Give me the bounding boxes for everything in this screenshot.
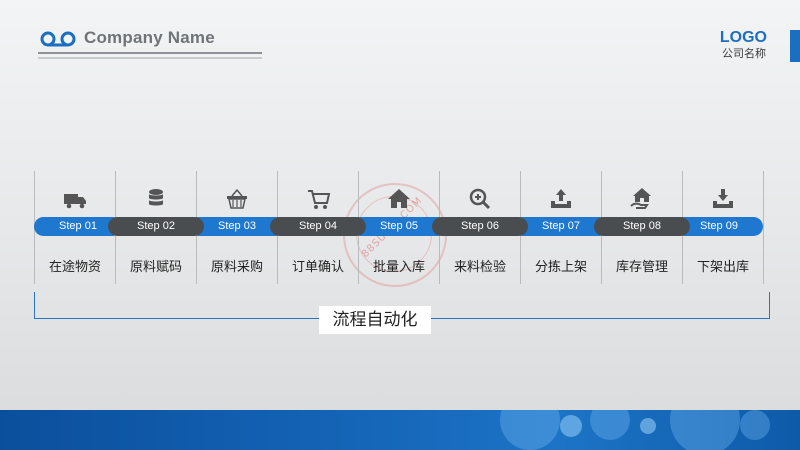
step-label: 原料赋码	[129, 260, 182, 275]
step-item: Step 03 原料采购	[189, 171, 285, 284]
step-item: Step 06 来料检验	[432, 171, 528, 284]
step-label: 订单确认	[291, 260, 344, 275]
home-icon	[385, 185, 413, 213]
step-label: 库存管理	[615, 260, 668, 275]
database-icon	[142, 185, 170, 213]
truck-icon	[61, 185, 89, 213]
voicemail-icon	[40, 31, 76, 47]
step-number-pill: Step 04	[270, 217, 366, 236]
logo-text: LOGO	[719, 29, 767, 46]
logo-subtitle: 公司名称	[722, 47, 766, 60]
step-number-pill: Step 02	[108, 217, 204, 236]
step-item: Step 02 原料赋码	[108, 171, 204, 284]
step-label: 来料检验	[453, 260, 506, 275]
column-divider	[763, 171, 764, 284]
zoom-in-icon	[466, 185, 494, 213]
step-item: Step 08 库存管理	[594, 171, 690, 284]
step-item: Step 04 订单确认	[270, 171, 366, 284]
download-tray-icon	[709, 185, 737, 213]
step-item: Step 01 在途物资	[34, 171, 122, 284]
step-label: 下架出库	[696, 260, 749, 275]
company-name: Company Name	[84, 28, 215, 47]
step-number-pill: Step 06	[432, 217, 528, 236]
step-item: Step 09 下架出库	[675, 171, 763, 284]
footer-band	[0, 410, 800, 450]
basket-icon	[223, 185, 251, 213]
step-label: 原料采购	[210, 260, 263, 275]
step-item: Step 07 分拣上架	[513, 171, 609, 284]
header-divider	[38, 52, 262, 54]
logo-accent-bar	[790, 30, 800, 62]
process-steps: Step 01 在途物资 Step 02 原料赋码 Step 03 原料采购 Step 04…	[34, 171, 769, 284]
step-label: 在途物资	[48, 260, 101, 275]
step-label: 批量入库	[372, 260, 425, 275]
upload-tray-icon	[547, 185, 575, 213]
cart-icon	[304, 185, 332, 213]
step-number-pill: Step 08	[594, 217, 690, 236]
step-item: Step 05 批量入库	[351, 171, 447, 284]
step-label: 分拣上架	[534, 260, 587, 275]
header-divider-light	[38, 57, 262, 59]
house-hand-icon	[628, 185, 656, 213]
summary-label: 流程自动化	[319, 306, 431, 334]
